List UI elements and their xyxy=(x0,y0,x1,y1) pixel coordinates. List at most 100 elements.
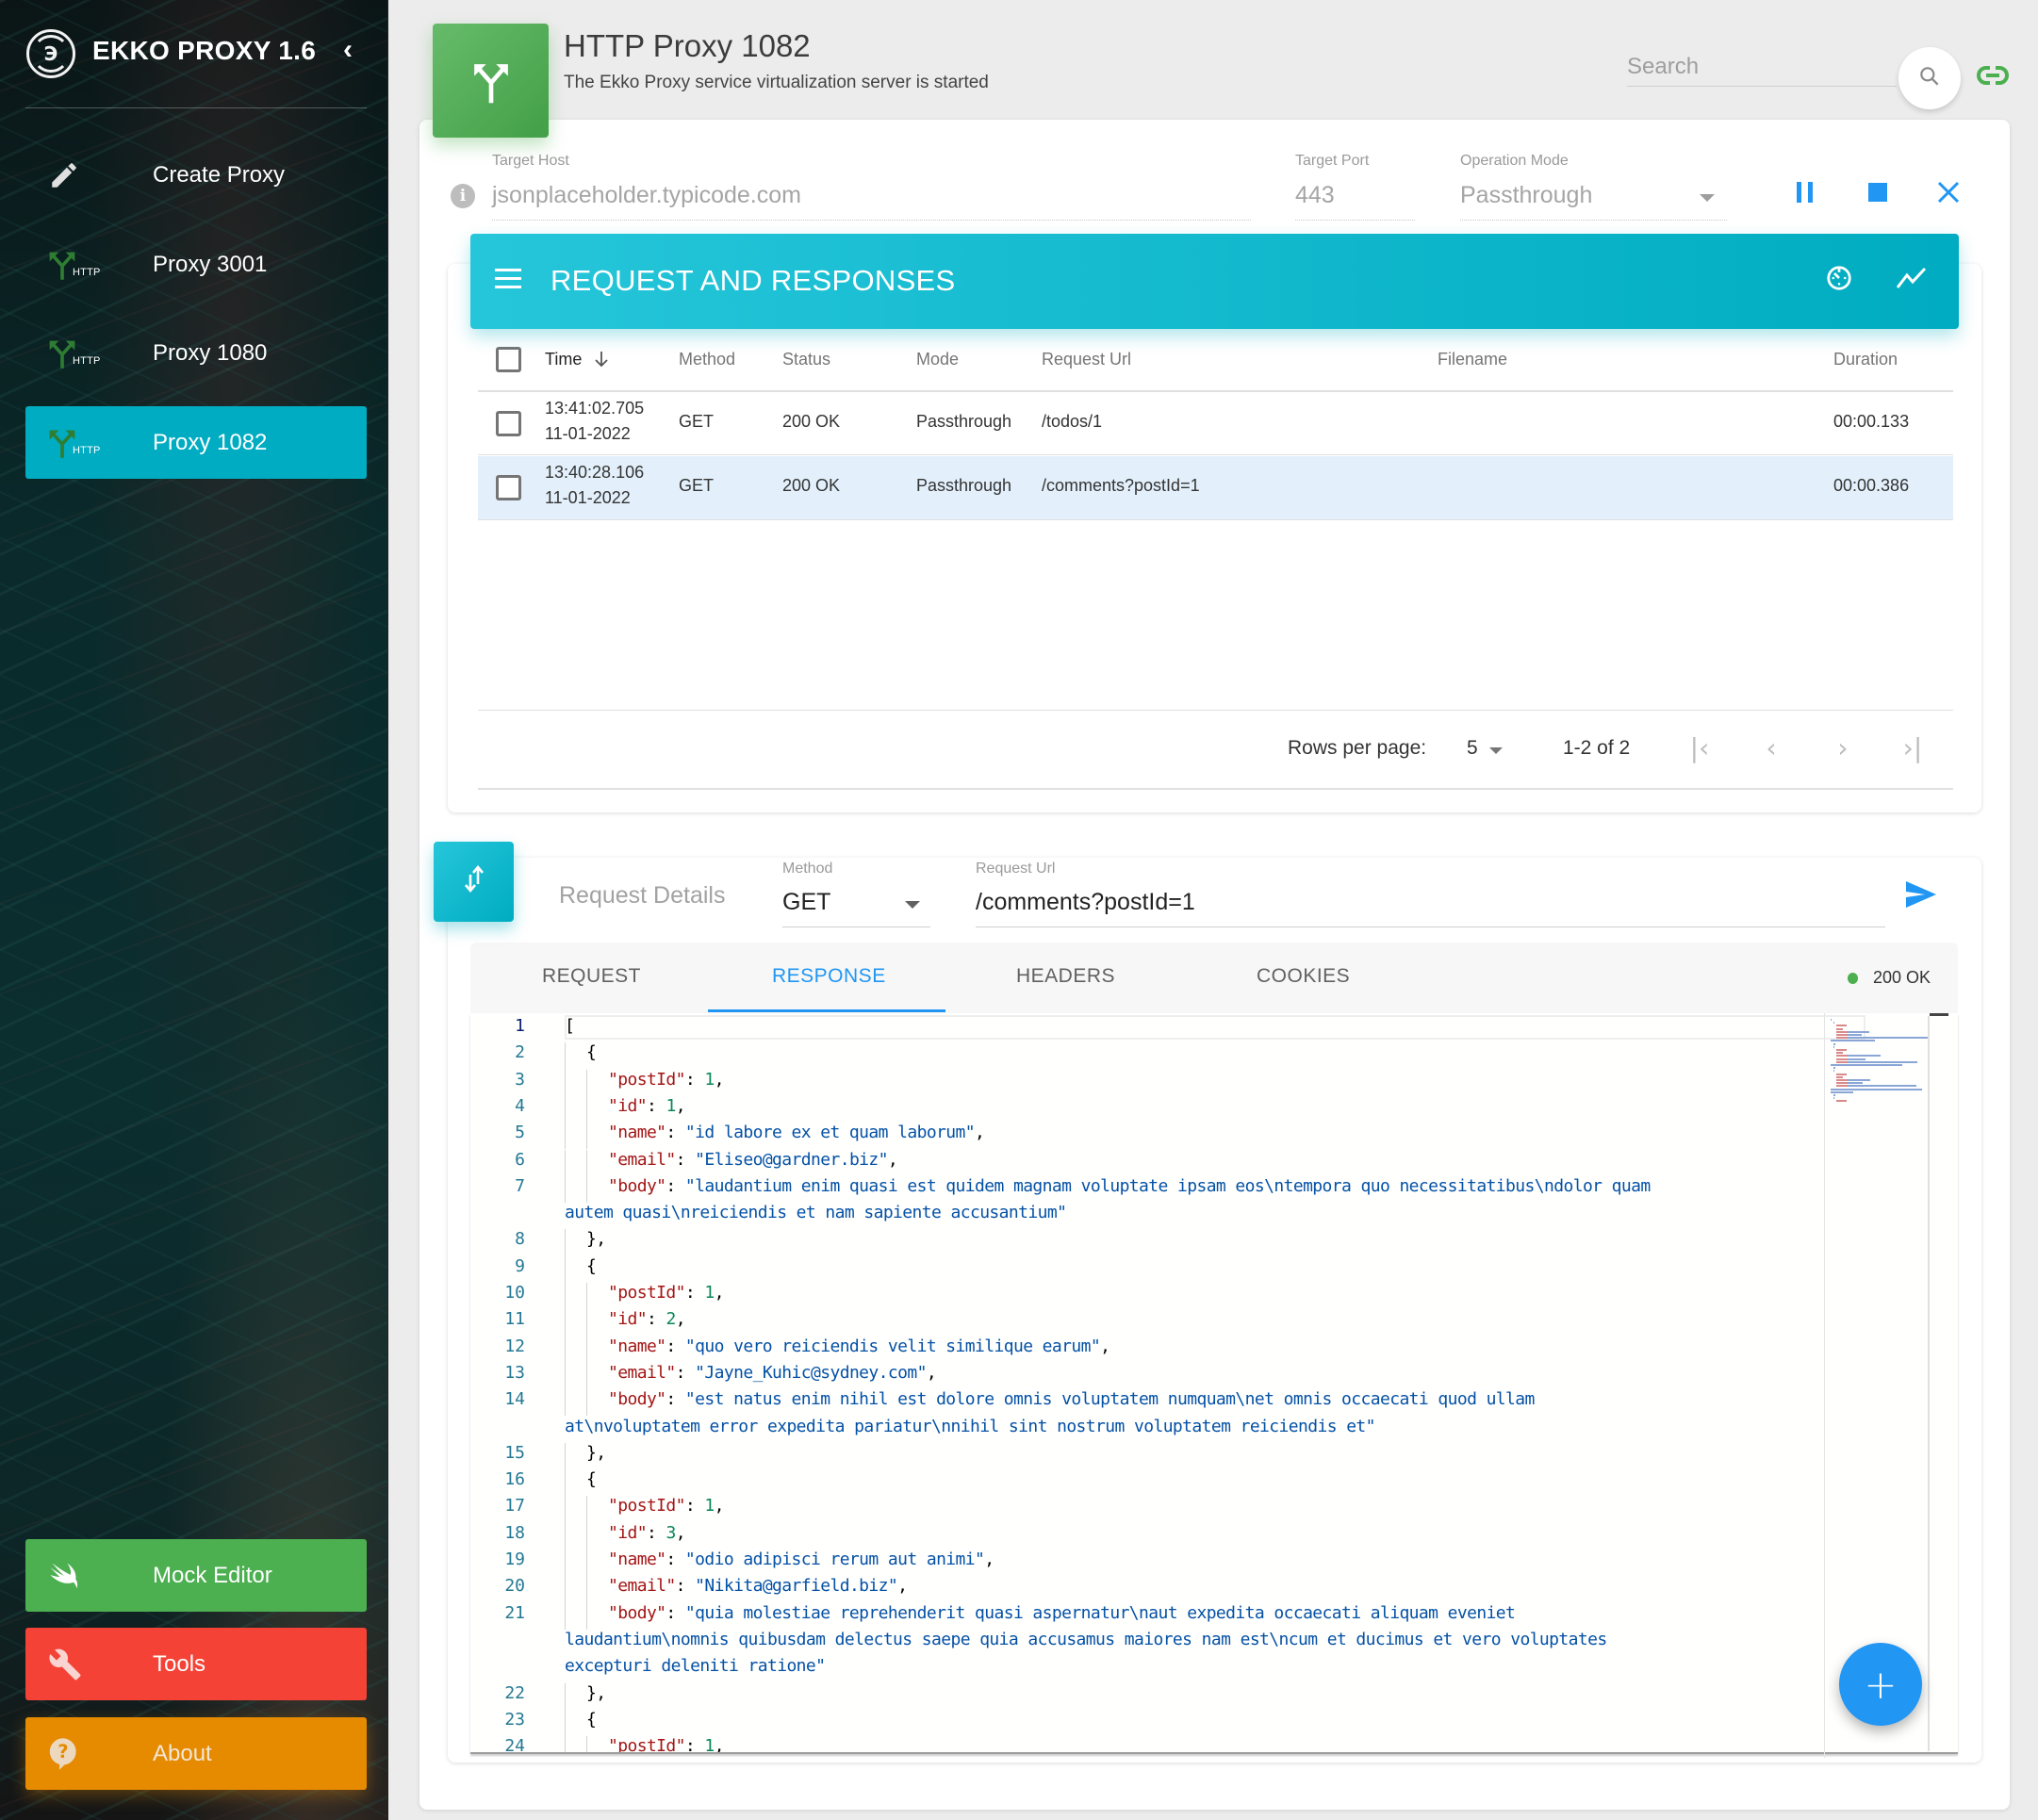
code-content[interactable]: [{"postId": 1, "id": 1, "name": "id labore… xyxy=(565,1013,1865,1752)
cell-request-url: /comments?postId=1 xyxy=(1042,476,1200,495)
http-tag: HTTP xyxy=(73,354,101,367)
minimap-line xyxy=(1831,1040,1875,1042)
target-host-input[interactable]: jsonplaceholder.typicode.com xyxy=(492,182,801,209)
first-page-icon: |‹ xyxy=(1689,732,1710,763)
minimap-line xyxy=(1836,1055,1881,1058)
minimap-line xyxy=(1836,1030,1870,1033)
last-page-button[interactable]: ›| xyxy=(1898,735,1927,763)
cell-request-url: /todos/1 xyxy=(1042,412,1103,431)
prev-page-button[interactable]: ‹ xyxy=(1757,735,1785,763)
tab-request[interactable]: REQUEST xyxy=(542,965,641,988)
target-port-underline xyxy=(1295,220,1415,221)
first-page-button[interactable]: |‹ xyxy=(1685,735,1714,763)
code-line: "name": "id labore ex et quam laborum", xyxy=(608,1123,985,1143)
indent-guide xyxy=(565,1283,566,1310)
indent-guide xyxy=(586,1175,587,1204)
column-header-duration[interactable]: Duration xyxy=(1833,350,1898,369)
indent-guide xyxy=(565,1095,566,1123)
minimap-line xyxy=(1831,1090,1854,1093)
sidebar-item-proxy-1082[interactable]: HTTP Proxy 1082 xyxy=(25,406,367,479)
column-header-method[interactable]: Method xyxy=(679,350,735,369)
line-number: 14 xyxy=(504,1389,525,1410)
search-button[interactable] xyxy=(1898,47,1961,109)
line-number: 24 xyxy=(504,1736,525,1754)
ekko-logo-icon: Э xyxy=(26,29,75,78)
timer-button[interactable] xyxy=(1821,262,1857,298)
requests-header-bar: REQUEST AND RESPONSES xyxy=(470,234,1959,329)
code-line: "postId": 1, xyxy=(608,1283,725,1303)
code-line: "email": "Eliseo@gardner.biz", xyxy=(608,1149,898,1170)
chevron-left-icon[interactable]: ‹ xyxy=(343,36,353,64)
rows-per-page-select[interactable]: 5 xyxy=(1467,737,1478,760)
minimap-line xyxy=(1836,1025,1847,1027)
close-button[interactable] xyxy=(1931,177,1965,211)
target-host-underline xyxy=(492,220,1251,221)
pause-button[interactable] xyxy=(1788,177,1822,211)
indent-guide xyxy=(565,1336,566,1363)
chevron-down-icon xyxy=(905,901,920,909)
column-header-time[interactable]: Time xyxy=(545,350,609,369)
indent-guide xyxy=(565,1496,566,1523)
line-number: 18 xyxy=(504,1522,525,1543)
mock-editor-button[interactable]: Mock Editor xyxy=(25,1539,367,1612)
target-host-label: Target Host xyxy=(492,153,569,169)
http-tag: HTTP xyxy=(73,444,101,456)
line-number: 16 xyxy=(504,1469,525,1490)
tab-cookies[interactable]: COOKIES xyxy=(1257,965,1350,988)
cell-status: 200 OK xyxy=(782,476,841,495)
code-line: "id": 2, xyxy=(608,1309,686,1330)
chart-button[interactable] xyxy=(1894,262,1930,298)
sidebar-item-proxy-1080[interactable]: HTTP Proxy 1080 xyxy=(25,317,367,389)
indent-guide xyxy=(565,1469,566,1497)
search-input[interactable] xyxy=(1627,47,1897,86)
tools-button[interactable]: Tools xyxy=(25,1628,367,1700)
tab-response[interactable]: RESPONSE xyxy=(772,965,886,988)
column-header-request-url[interactable]: Request Url xyxy=(1042,350,1131,369)
select-all-checkbox[interactable] xyxy=(496,347,521,372)
pause-icon xyxy=(1795,181,1816,208)
target-port-input[interactable]: 443 xyxy=(1295,182,1335,209)
minimap-line xyxy=(1833,1045,1834,1048)
add-fab-button[interactable]: + xyxy=(1839,1643,1922,1726)
minimap-line xyxy=(1836,1049,1847,1051)
indent-guide xyxy=(586,1309,587,1336)
request-url-input[interactable]: /comments?postId=1 xyxy=(976,889,1195,916)
column-header-mode[interactable]: Mode xyxy=(916,350,959,369)
operation-mode-select[interactable]: Passthrough xyxy=(1460,182,1724,214)
about-button[interactable]: ? About xyxy=(25,1717,367,1790)
row-checkbox[interactable] xyxy=(496,475,521,500)
stop-button[interactable] xyxy=(1861,177,1895,211)
code-line: [ xyxy=(565,1016,575,1036)
line-number: 20 xyxy=(504,1576,525,1597)
sidebar-item-create-proxy[interactable]: Create Proxy xyxy=(25,139,367,211)
code-line: "name": "quo vero reiciendis velit simil… xyxy=(608,1336,1110,1356)
next-page-button[interactable]: › xyxy=(1829,735,1857,763)
chevron-right-icon: › xyxy=(1837,732,1849,763)
menu-icon[interactable] xyxy=(495,269,521,289)
indent-guide xyxy=(586,1283,587,1310)
send-button[interactable] xyxy=(1904,879,1940,915)
editor-scrollbar[interactable] xyxy=(1928,1016,1930,1751)
line-number: 8 xyxy=(515,1229,525,1250)
column-header-filename[interactable]: Filename xyxy=(1438,350,1507,369)
link-button[interactable] xyxy=(1977,64,2009,90)
line-number: 23 xyxy=(504,1709,525,1730)
sidebar-item-proxy-3001[interactable]: HTTP Proxy 3001 xyxy=(25,228,367,301)
sidebar-item-label: Create Proxy xyxy=(153,161,286,188)
minimap-line xyxy=(1831,1088,1923,1090)
indent-guide xyxy=(565,1123,566,1150)
minimap-line xyxy=(1836,1079,1870,1081)
tab-headers[interactable]: HEADERS xyxy=(1016,965,1115,988)
minimap-line xyxy=(1833,1094,1835,1096)
svg-text:?: ? xyxy=(58,1740,68,1762)
line-number-gutter: 1 2 3 4 5 6 7 8 9 10 11 12 13 14 15 16 17 18 19 20 21 22 23 24 xyxy=(470,1013,565,1752)
pencil-icon xyxy=(48,156,105,194)
swap-vert-button[interactable] xyxy=(434,842,514,922)
row-checkbox[interactable] xyxy=(496,411,521,436)
column-header-status[interactable]: Status xyxy=(782,350,830,369)
line-number: 21 xyxy=(504,1602,525,1623)
swap-vertical-icon xyxy=(462,864,486,898)
response-code-editor[interactable]: 1 2 3 4 5 6 7 8 9 10 11 12 13 14 15 16 17 18 19 20 21 22 23 24 … xyxy=(470,1013,1958,1754)
last-page-icon: ›| xyxy=(1902,732,1923,763)
indent-guide xyxy=(565,1709,566,1737)
